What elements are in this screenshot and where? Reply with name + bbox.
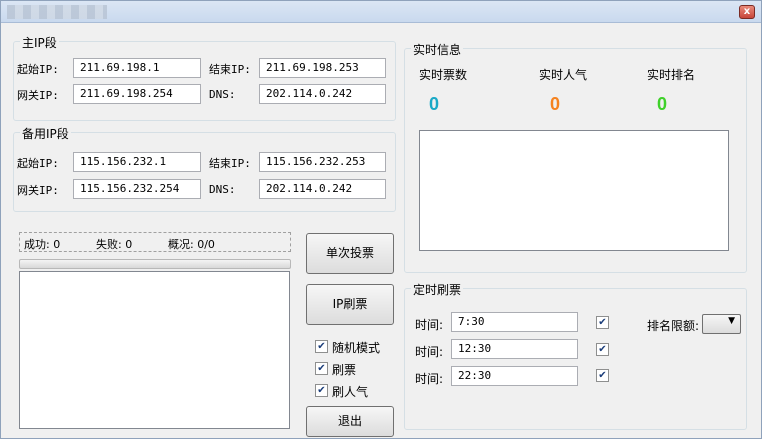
primary-ip-group: 主IP段 bbox=[13, 34, 396, 121]
status-strip: 成功: 0 失败: 0 概况: 0/0 bbox=[19, 232, 291, 252]
primary-start-ip-field[interactable]: 211.69.198.1 bbox=[73, 58, 201, 78]
title-bar[interactable]: x bbox=[1, 1, 761, 23]
brush-popularity-checkbox[interactable]: ✔ bbox=[315, 384, 328, 397]
main-window: x 主IP段 起始IP: 211.69.198.1 结束IP: 211.69.1… bbox=[0, 0, 762, 439]
votes-label: 实时票数 bbox=[419, 68, 468, 82]
time-label-3: 时间: bbox=[415, 372, 444, 386]
time-checkbox-3[interactable]: ✔ bbox=[596, 369, 609, 382]
popularity-value: 0 bbox=[550, 94, 561, 114]
random-mode-checkbox[interactable]: ✔ bbox=[315, 340, 328, 353]
time-label-1: 时间: bbox=[415, 318, 444, 332]
time-field-1[interactable]: 7:30 bbox=[451, 312, 578, 332]
backup-dns-field[interactable]: 202.114.0.242 bbox=[259, 179, 386, 199]
backup-end-ip-label: 结束IP: bbox=[209, 157, 251, 170]
brush-popularity-label: 刷人气 bbox=[332, 385, 369, 399]
backup-end-ip-field[interactable]: 115.156.232.253 bbox=[259, 152, 386, 172]
backup-start-ip-label: 起始IP: bbox=[17, 157, 59, 170]
single-vote-button[interactable]: 单次投票 bbox=[306, 233, 394, 274]
fail-count: 失败: 0 bbox=[96, 238, 133, 251]
random-mode-label: 随机模式 bbox=[332, 341, 381, 355]
exit-button[interactable]: 退出 bbox=[306, 406, 394, 437]
timed-vote-group: 定时刷票 bbox=[404, 281, 747, 430]
primary-dns-label: DNS: bbox=[209, 88, 236, 101]
time-field-3[interactable]: 22:30 bbox=[451, 366, 578, 386]
primary-dns-field[interactable]: 202.114.0.242 bbox=[259, 84, 386, 104]
realtime-log[interactable] bbox=[419, 130, 729, 251]
primary-gateway-field[interactable]: 211.69.198.254 bbox=[73, 84, 201, 104]
log-list[interactable] bbox=[19, 271, 290, 429]
primary-end-ip-label: 结束IP: bbox=[209, 63, 251, 76]
time-checkbox-1[interactable]: ✔ bbox=[596, 316, 609, 329]
brush-votes-checkbox[interactable]: ✔ bbox=[315, 362, 328, 375]
primary-ip-group-title: 主IP段 bbox=[20, 34, 59, 51]
backup-dns-label: DNS: bbox=[209, 183, 236, 196]
rank-limit-dropdown[interactable]: ▼ bbox=[702, 314, 741, 334]
rank-label: 实时排名 bbox=[647, 68, 696, 82]
rank-value: 0 bbox=[657, 94, 668, 114]
chevron-down-icon: ▼ bbox=[728, 316, 735, 326]
backup-gateway-label: 网关IP: bbox=[17, 184, 59, 197]
primary-gateway-label: 网关IP: bbox=[17, 89, 59, 102]
backup-ip-group: 备用IP段 bbox=[13, 125, 396, 212]
backup-ip-group-title: 备用IP段 bbox=[20, 125, 71, 142]
timed-vote-title: 定时刷票 bbox=[411, 281, 464, 298]
time-label-2: 时间: bbox=[415, 345, 444, 359]
window-title-obscured bbox=[7, 5, 107, 19]
progress-bar bbox=[19, 259, 291, 269]
time-checkbox-2[interactable]: ✔ bbox=[596, 343, 609, 356]
backup-start-ip-field[interactable]: 115.156.232.1 bbox=[73, 152, 201, 172]
popularity-label: 实时人气 bbox=[539, 68, 588, 82]
votes-value: 0 bbox=[429, 94, 440, 114]
backup-gateway-field[interactable]: 115.156.232.254 bbox=[73, 179, 201, 199]
overview-count: 概况: 0/0 bbox=[168, 238, 215, 251]
success-count: 成功: 0 bbox=[24, 238, 61, 251]
close-button[interactable]: x bbox=[739, 5, 755, 19]
ip-refresh-button[interactable]: IP刷票 bbox=[306, 284, 394, 325]
realtime-info-title: 实时信息 bbox=[411, 41, 464, 58]
primary-start-ip-label: 起始IP: bbox=[17, 63, 59, 76]
brush-votes-label: 刷票 bbox=[332, 363, 357, 377]
time-field-2[interactable]: 12:30 bbox=[451, 339, 578, 359]
primary-end-ip-field[interactable]: 211.69.198.253 bbox=[259, 58, 386, 78]
rank-limit-label: 排名限额: bbox=[647, 319, 700, 333]
